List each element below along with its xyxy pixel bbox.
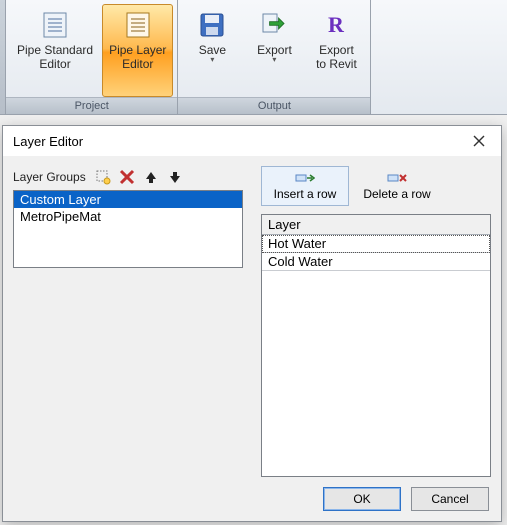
- insert-row-button[interactable]: Insert a row: [261, 166, 349, 206]
- delete-row-button[interactable]: Delete a row: [353, 166, 441, 206]
- document-icon: [122, 9, 154, 41]
- ribbon-group-title-output: Output: [178, 97, 370, 114]
- list-item-label: Custom Layer: [20, 192, 101, 207]
- ok-label: OK: [353, 492, 370, 506]
- document-icon: [39, 9, 71, 41]
- revit-icon: R: [320, 9, 352, 41]
- layers-panel: Insert a row Delete a row Layer Hot Wate…: [261, 166, 491, 477]
- table-row[interactable]: Cold Water: [262, 253, 490, 271]
- save-button[interactable]: Save ▾: [182, 4, 242, 97]
- list-item-label: MetroPipeMat: [20, 209, 101, 224]
- insert-row-icon: [295, 169, 315, 187]
- pipe-standard-editor-button[interactable]: Pipe Standard Editor: [10, 4, 100, 97]
- pipe-layer-editor-button[interactable]: Pipe Layer Editor: [102, 4, 173, 97]
- export-to-revit-label: Export to Revit: [316, 43, 357, 71]
- close-icon: [473, 135, 485, 147]
- grid-header-layer[interactable]: Layer: [262, 215, 490, 235]
- dialog-titlebar: Layer Editor: [3, 126, 501, 156]
- layer-groups-label: Layer Groups: [13, 170, 86, 184]
- chevron-down-icon: ▾: [210, 55, 214, 64]
- chevron-down-icon: ▾: [272, 55, 276, 64]
- save-icon: [196, 9, 228, 41]
- pipe-standard-editor-label: Pipe Standard Editor: [17, 43, 93, 71]
- delete-row-icon: [387, 169, 407, 187]
- ok-button[interactable]: OK: [323, 487, 401, 511]
- cell-value: Cold Water: [268, 254, 333, 269]
- ribbon-fill: [371, 0, 507, 114]
- delete-icon: [119, 169, 135, 185]
- ribbon-group-output: Save ▾ Export ▾ R Export to Revit Output: [178, 0, 371, 114]
- dialog-body: Layer Groups Custom Layer MetroPipeMat: [3, 156, 501, 477]
- arrow-down-icon: [168, 170, 182, 184]
- layers-grid: Layer Hot Water Cold Water: [261, 214, 491, 477]
- move-down-button[interactable]: [166, 168, 184, 186]
- arrow-up-icon: [144, 170, 158, 184]
- cancel-button[interactable]: Cancel: [411, 487, 489, 511]
- delete-row-label: Delete a row: [363, 187, 430, 201]
- export-icon: [258, 9, 290, 41]
- layer-editor-dialog: Layer Editor Layer Groups: [2, 125, 502, 522]
- list-item[interactable]: MetroPipeMat: [14, 208, 242, 225]
- ribbon: Pipe Standard Editor Pipe Layer Editor P…: [0, 0, 507, 115]
- list-item[interactable]: Custom Layer: [14, 191, 242, 208]
- export-button[interactable]: Export ▾: [244, 4, 304, 97]
- pipe-layer-editor-label: Pipe Layer Editor: [109, 43, 166, 71]
- insert-row-label: Insert a row: [274, 187, 337, 201]
- dialog-title: Layer Editor: [13, 134, 83, 149]
- add-icon: [95, 169, 111, 185]
- table-row[interactable]: Hot Water: [262, 235, 490, 253]
- export-to-revit-button[interactable]: R Export to Revit: [306, 4, 366, 97]
- layer-groups-toolbar: Layer Groups: [13, 166, 243, 188]
- cancel-label: Cancel: [431, 492, 468, 506]
- layer-groups-list[interactable]: Custom Layer MetroPipeMat: [13, 190, 243, 268]
- delete-group-button[interactable]: [118, 168, 136, 186]
- add-group-button[interactable]: [94, 168, 112, 186]
- cell-value: Hot Water: [268, 236, 326, 251]
- ribbon-group-title-project: Project: [6, 97, 177, 114]
- close-button[interactable]: [465, 130, 493, 152]
- ribbon-group-project: Pipe Standard Editor Pipe Layer Editor P…: [6, 0, 178, 114]
- row-toolbar: Insert a row Delete a row: [261, 166, 491, 206]
- grid-body: Hot Water Cold Water: [262, 235, 490, 476]
- svg-text:R: R: [328, 12, 345, 37]
- layer-groups-panel: Layer Groups Custom Layer MetroPipeMat: [13, 166, 243, 477]
- move-up-button[interactable]: [142, 168, 160, 186]
- dialog-footer: OK Cancel: [3, 477, 501, 521]
